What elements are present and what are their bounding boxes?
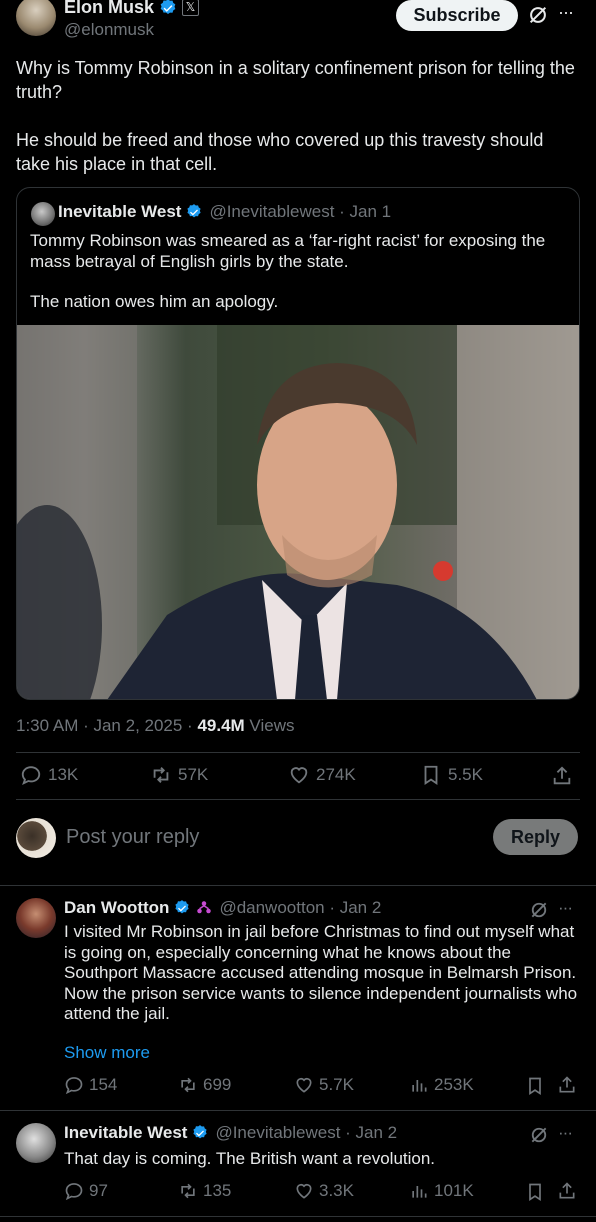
tweet-timestamp[interactable]: 1:30 AM · Jan 2, 2025 ·	[16, 716, 197, 735]
show-more-link[interactable]: Show more	[64, 1043, 150, 1063]
grok-icon[interactable]	[529, 1125, 549, 1145]
more-options-icon[interactable]: ···	[558, 1123, 573, 1143]
author-avatar[interactable]	[16, 0, 56, 36]
verified-badge-icon	[160, 0, 176, 14]
repost-action[interactable]: 135	[178, 1181, 231, 1201]
divider	[16, 799, 580, 800]
analytics-icon	[412, 1080, 427, 1092]
bookmark-action[interactable]: 5.5K	[420, 764, 483, 786]
bookmark-icon	[424, 765, 438, 785]
quoted-author-name: Inevitable West	[58, 202, 182, 221]
subscribe-button[interactable]: Subscribe	[396, 0, 518, 31]
repost-icon	[181, 1077, 195, 1093]
more-options-icon[interactable]: ···	[558, 2, 574, 23]
reply-action[interactable]: 97	[64, 1181, 108, 1201]
x-affiliate-icon: 𝕏	[182, 0, 200, 16]
quoted-tweet[interactable]: Inevitable West @Inevitablewest · Jan 1 …	[16, 187, 580, 700]
reply-text: I visited Mr Robinson in jail before Chr…	[64, 922, 578, 1023]
share-icon[interactable]	[557, 1075, 577, 1095]
reply-author-handle: @Inevitablewest · Jan 2	[215, 1123, 398, 1142]
like-action[interactable]: 5.7K	[294, 1075, 354, 1095]
reply-count: 13K	[48, 765, 79, 784]
divider	[16, 752, 580, 753]
like-count: 3.3K	[319, 1181, 354, 1200]
reply-count: 97	[89, 1181, 108, 1200]
views-count: 49.4M	[197, 716, 245, 735]
quoted-text: Tommy Robinson was smeared as a ‘far-rig…	[30, 230, 570, 312]
photo-scene	[17, 325, 579, 699]
user-avatar[interactable]	[16, 818, 56, 858]
repost-count: 57K	[178, 765, 209, 784]
author-handle[interactable]: @elonmusk	[64, 20, 154, 40]
views-action[interactable]: 101K	[409, 1181, 474, 1201]
repost-action[interactable]: 57K	[150, 764, 208, 786]
reply-author-avatar[interactable]	[16, 898, 56, 938]
divider	[0, 1110, 596, 1111]
heart-icon	[296, 1183, 312, 1199]
bookmark-icon[interactable]	[525, 1076, 545, 1096]
heart-icon	[296, 1077, 312, 1093]
heart-icon	[290, 767, 308, 784]
views-action[interactable]: 253K	[409, 1075, 474, 1095]
author-name[interactable]: Elon Musk	[64, 0, 154, 18]
analytics-icon	[412, 1186, 427, 1198]
divider	[0, 1216, 596, 1217]
reply-button[interactable]: Reply	[493, 819, 578, 855]
views-label: Views	[244, 716, 295, 735]
verified-badge-icon	[193, 1125, 208, 1139]
share-icon[interactable]	[557, 1181, 577, 1201]
repost-count: 699	[203, 1075, 232, 1094]
quoted-paragraph: The nation owes him an apology.	[30, 292, 279, 311]
reply-action[interactable]: 154	[64, 1075, 117, 1095]
views-count: 253K	[434, 1075, 474, 1094]
like-count: 274K	[316, 765, 356, 784]
reply-author-name[interactable]: Dan Wootton	[64, 898, 169, 918]
subscriber-badge-icon	[197, 901, 212, 914]
grok-icon[interactable]	[529, 900, 549, 920]
reply-author-avatar[interactable]	[16, 1123, 56, 1163]
quoted-photo[interactable]	[17, 325, 579, 699]
reply-author-handle: @danwootton · Jan 2	[219, 898, 382, 917]
bookmark-count: 5.5K	[448, 765, 483, 784]
reply-action[interactable]: 13K	[20, 764, 78, 786]
reply-icon	[21, 766, 41, 786]
reply-icon	[65, 1077, 83, 1095]
grok-icon[interactable]	[527, 4, 549, 26]
tweet-paragraph: He should be freed and those who covered…	[16, 130, 544, 174]
quoted-author-avatar	[31, 202, 55, 226]
more-options-icon[interactable]: ···	[558, 898, 573, 918]
views-count: 101K	[434, 1181, 474, 1200]
tweet-paragraph: Why is Tommy Robinson in a solitary conf…	[16, 58, 575, 102]
quoted-paragraph: Tommy Robinson was smeared as a ‘far-rig…	[30, 231, 546, 271]
like-action[interactable]: 3.3K	[294, 1181, 354, 1201]
bookmark-icon[interactable]	[525, 1182, 545, 1202]
like-action[interactable]: 274K	[288, 764, 356, 786]
reply-input[interactable]: Post your reply	[66, 826, 466, 849]
verified-badge-icon	[187, 204, 202, 218]
reply-text: That day is coming. The British want a r…	[64, 1149, 436, 1168]
quoted-author-handle: @Inevitablewest · Jan 1	[209, 202, 392, 221]
like-count: 5.7K	[319, 1075, 354, 1094]
reply-icon	[65, 1183, 83, 1201]
share-icon[interactable]	[551, 765, 573, 787]
verified-badge-icon	[175, 900, 190, 914]
reply-author-name[interactable]: Inevitable West	[64, 1123, 187, 1143]
reply-count: 154	[89, 1075, 118, 1094]
repost-count: 135	[203, 1181, 232, 1200]
repost-action[interactable]: 699	[178, 1075, 231, 1095]
repost-icon	[153, 767, 169, 783]
repost-icon	[181, 1183, 195, 1199]
divider	[0, 885, 596, 886]
tweet-text: Why is Tommy Robinson in a solitary conf…	[16, 56, 576, 176]
